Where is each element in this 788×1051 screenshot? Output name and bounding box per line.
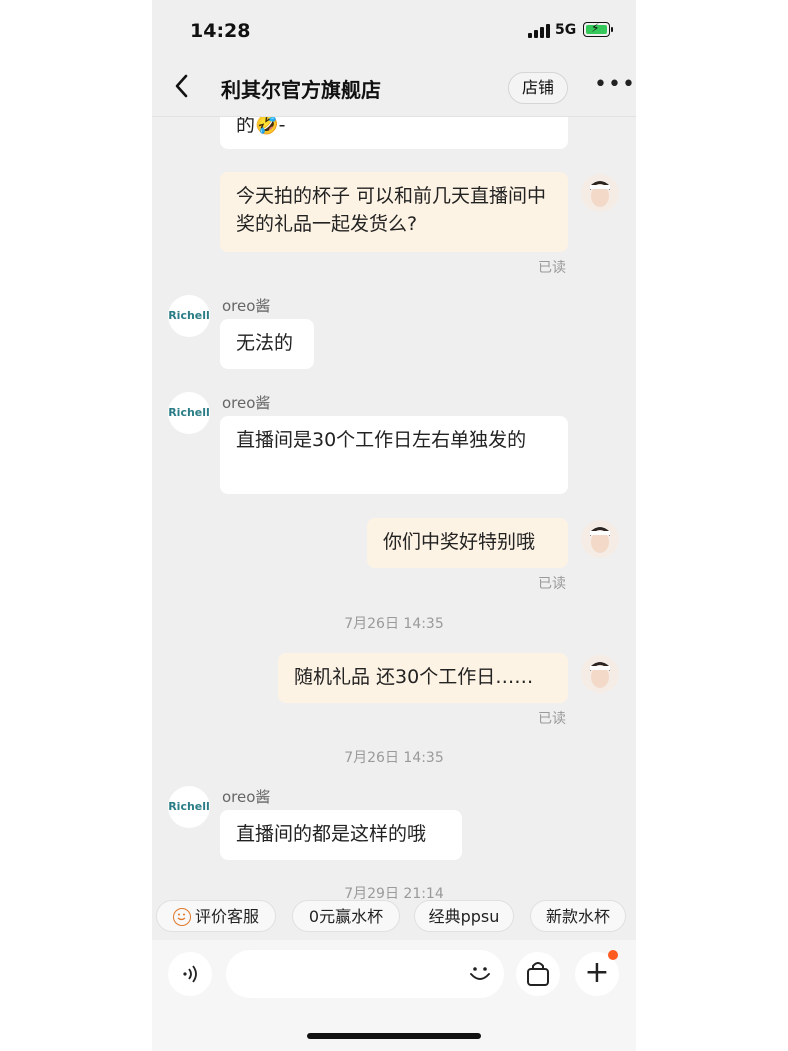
read-status: 已读 xyxy=(538,260,566,276)
smile-icon xyxy=(172,908,191,926)
message-text: 的🤣- xyxy=(236,117,286,136)
shop-logo[interactable]: Richell xyxy=(168,295,210,337)
message-bubble: 直播间的都是这样的哦 xyxy=(220,810,462,860)
emoji-icon[interactable] xyxy=(465,958,495,988)
quick-action-label: 评价客服 xyxy=(194,907,259,926)
read-status: 已读 xyxy=(538,576,566,592)
notification-dot xyxy=(608,950,618,960)
shop-logo[interactable]: Richell xyxy=(168,392,210,434)
shop-logo[interactable]: Richell xyxy=(168,786,210,828)
message-text: 直播间的都是这样的哦 xyxy=(236,823,427,845)
signal-icon xyxy=(528,24,550,38)
user-avatar[interactable] xyxy=(581,174,619,212)
message-text: 无法的 xyxy=(236,332,294,354)
read-status: 已读 xyxy=(538,711,566,727)
message-text: 随机礼品 还30个工作日…… xyxy=(294,666,534,688)
battery-cap xyxy=(611,27,613,32)
message-list[interactable]: 的🤣- 今天拍的杯子 可以和前几天直播间中奖的礼品一起发货么? 已读 Riche… xyxy=(152,117,636,905)
message-text: 你们中奖好特别哦 xyxy=(383,531,536,553)
more-icon[interactable]: ••• xyxy=(594,72,636,97)
status-time: 14:28 xyxy=(190,20,251,42)
quick-action-free-cup[interactable]: 0元赢水杯 xyxy=(292,900,400,932)
message-bubble: 随机礼品 还30个工作日…… xyxy=(278,653,568,703)
message-input[interactable] xyxy=(226,950,504,998)
quick-action-classic-ppsu[interactable]: 经典ppsu xyxy=(414,900,514,932)
timestamp: 7月26日 14:35 xyxy=(344,616,444,632)
status-bar: 14:28 5G ⚡ xyxy=(152,0,636,60)
message-bubble: 无法的 xyxy=(220,319,314,369)
quick-action-rate-service[interactable]: 评价客服 xyxy=(156,900,276,932)
back-icon[interactable] xyxy=(170,72,198,102)
shop-button[interactable]: 店铺 xyxy=(508,72,568,104)
chat-header: 利其尔官方旗舰店 店铺 ••• xyxy=(152,60,636,117)
quick-actions: 评价客服 0元赢水杯 经典ppsu 新款水杯 xyxy=(152,900,636,936)
quick-action-new-cup[interactable]: 新款水杯 xyxy=(530,900,626,932)
voice-icon[interactable] xyxy=(168,952,212,996)
sender-name: oreo酱 xyxy=(222,788,271,806)
network-label: 5G xyxy=(555,22,577,38)
timestamp: 7月26日 14:35 xyxy=(344,750,444,766)
shopping-bag-icon[interactable] xyxy=(516,952,560,996)
phone-screen: 14:28 5G ⚡ 利其尔官方旗舰店 店铺 ••• 的🤣- 今天拍的杯子 可以… xyxy=(152,0,636,1051)
message-bubble: 的🤣- xyxy=(220,117,568,149)
user-avatar[interactable] xyxy=(581,655,619,693)
message-bubble: 直播间是30个工作日左右单独发的 xyxy=(220,416,568,494)
message-text: 今天拍的杯子 可以和前几天直播间中奖的礼品一起发货么? xyxy=(236,185,547,235)
sender-name: oreo酱 xyxy=(222,394,271,412)
sender-name: oreo酱 xyxy=(222,297,271,315)
home-indicator xyxy=(307,1033,481,1039)
message-bubble: 你们中奖好特别哦 xyxy=(367,518,568,568)
battery-icon: ⚡ xyxy=(583,21,610,37)
user-avatar[interactable] xyxy=(581,520,619,558)
shop-title: 利其尔官方旗舰店 xyxy=(221,78,381,102)
message-bubble: 今天拍的杯子 可以和前几天直播间中奖的礼品一起发货么? xyxy=(220,172,568,252)
message-text: 直播间是30个工作日左右单独发的 xyxy=(236,429,527,451)
